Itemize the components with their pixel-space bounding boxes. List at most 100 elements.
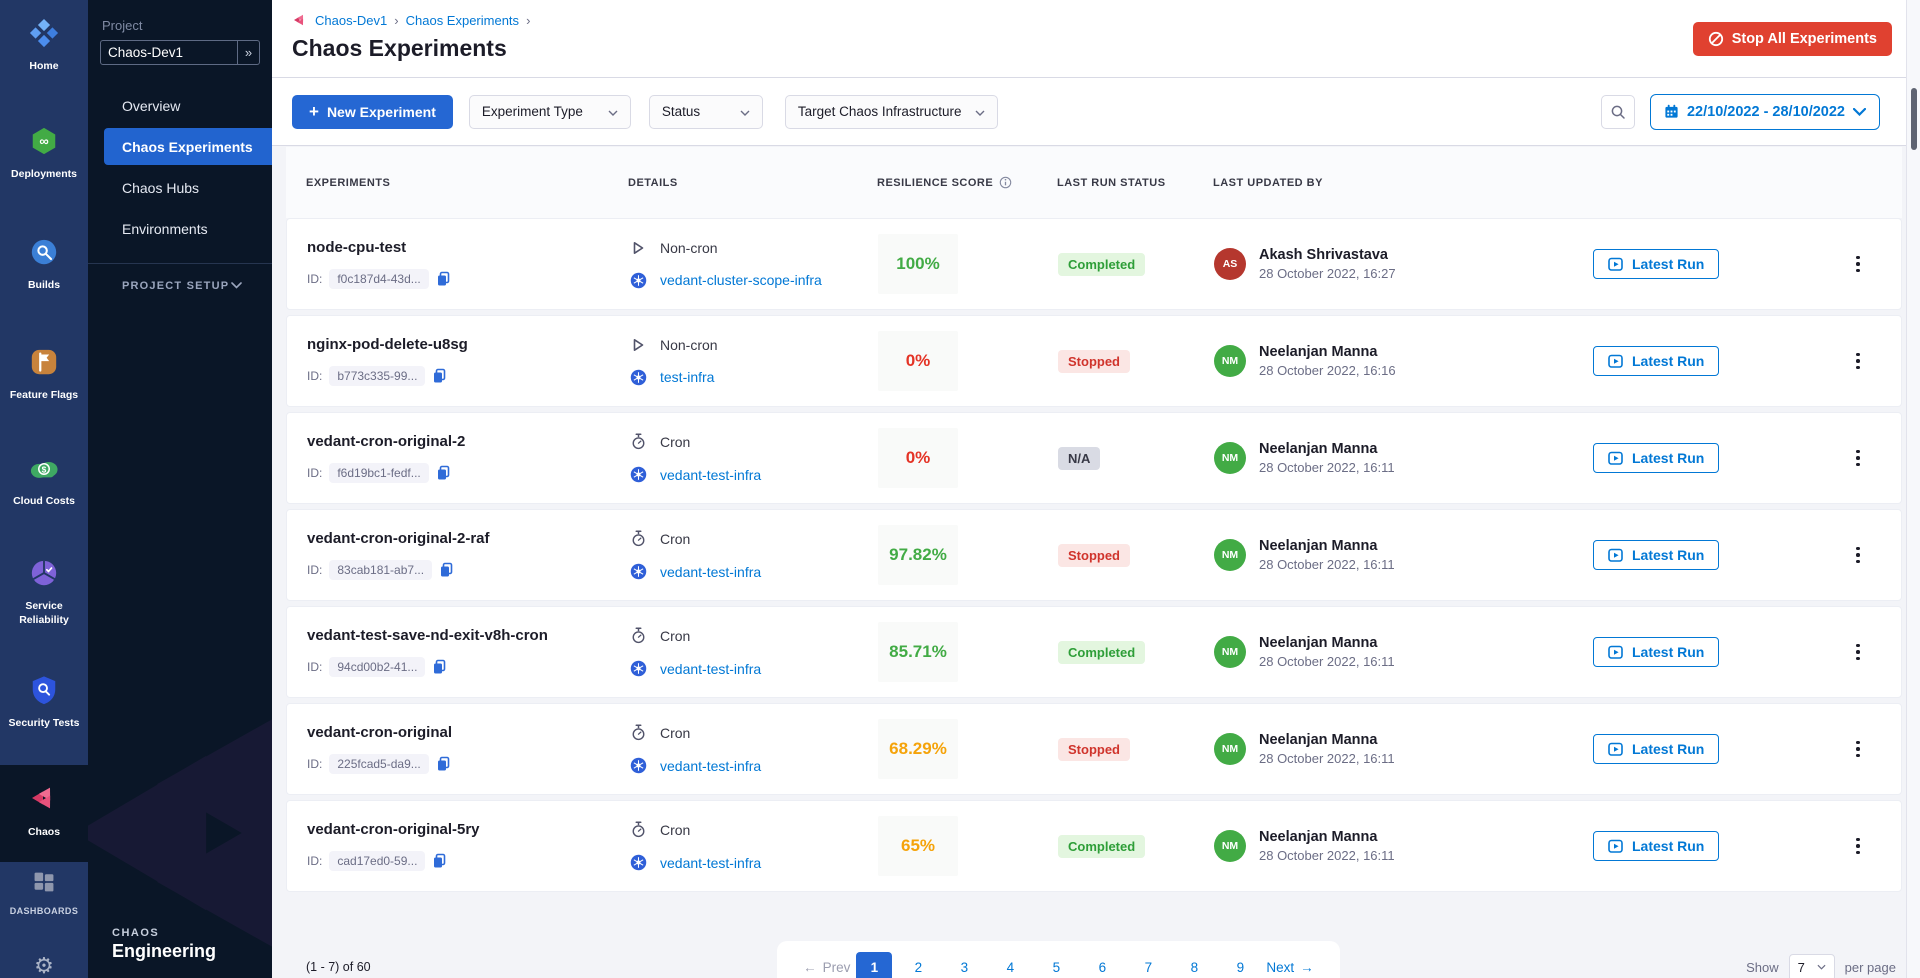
page-button-1[interactable]: 1 [856, 952, 892, 978]
latest-run-button[interactable]: Latest Run [1593, 346, 1719, 376]
updated-by-name: Neelanjan Manna [1259, 538, 1395, 554]
latest-run-button[interactable]: Latest Run [1593, 734, 1719, 764]
latest-run-button[interactable]: Latest Run [1593, 637, 1719, 667]
project-setup-toggle[interactable]: PROJECT SETUP [122, 280, 242, 292]
menu-item-overview[interactable]: Overview [88, 87, 272, 124]
target-infrastructure-filter[interactable]: Target Chaos Infrastructure [785, 95, 999, 129]
row-menu-kebab[interactable] [1843, 644, 1873, 661]
status-filter[interactable]: Status [649, 95, 763, 129]
experiment-type-filter[interactable]: Experiment Type [469, 95, 631, 129]
infrastructure-link[interactable]: vedant-test-infra [660, 564, 761, 580]
new-experiment-button[interactable]: + New Experiment [292, 95, 453, 129]
latest-run-button[interactable]: Latest Run [1593, 249, 1719, 279]
resilience-score-tile: 85.71% [878, 622, 958, 682]
menu-item-chaos-hubs[interactable]: Chaos Hubs [88, 169, 272, 206]
row-menu-kebab[interactable] [1843, 547, 1873, 564]
chevron-down-icon [608, 104, 618, 119]
infrastructure-link[interactable]: vedant-cluster-scope-infra [660, 272, 822, 288]
sidebar-item-cloud-costs[interactable]: $ Cloud Costs [0, 447, 88, 517]
sidebar-item-security-tests[interactable]: Security Tests [0, 667, 88, 739]
experiment-row: vedant-cron-original-2 ID: f6d19bc1-fedf… [286, 412, 1902, 504]
experiment-name[interactable]: vedant-cron-original-2-raf [307, 530, 629, 547]
row-menu-kebab[interactable] [1843, 256, 1873, 273]
sidebar-item-dashboards[interactable]: DASHBOARDS [0, 862, 88, 926]
experiment-name[interactable]: vedant-test-save-nd-exit-v8h-cron [307, 627, 629, 644]
infrastructure-link[interactable]: test-infra [660, 369, 714, 385]
updated-at: 28 October 2022, 16:11 [1259, 460, 1395, 475]
updated-by-name: Akash Shrivastava [1259, 247, 1396, 263]
experiment-name[interactable]: vedant-cron-original-5ry [307, 821, 629, 838]
breadcrumb-experiments-link[interactable]: Chaos Experiments [406, 13, 519, 28]
search-button[interactable] [1601, 95, 1635, 129]
sidebar-item-deployments[interactable]: ∞ Deployments [0, 118, 88, 190]
resilience-score: 85.71% [889, 642, 947, 662]
page-button-3[interactable]: 3 [944, 952, 984, 978]
sidebar-item-account-settings[interactable]: ⚙ ACCOUNT SETTINGS [0, 947, 88, 978]
experiment-name[interactable]: vedant-cron-original [307, 724, 629, 741]
row-menu-kebab[interactable] [1843, 838, 1873, 855]
copy-icon[interactable] [439, 562, 454, 578]
scrollbar-thumb[interactable] [1911, 88, 1917, 150]
chevron-down-icon [231, 280, 242, 292]
infrastructure-link[interactable]: vedant-test-infra [660, 467, 761, 483]
infrastructure-link[interactable]: vedant-test-infra [660, 758, 761, 774]
page-button-5[interactable]: 5 [1036, 952, 1076, 978]
page-button-7[interactable]: 7 [1128, 952, 1168, 978]
next-page-button[interactable]: Next → [1266, 952, 1313, 978]
page-button-9[interactable]: 9 [1220, 952, 1260, 978]
sidebar-item-builds[interactable]: Builds [0, 229, 88, 301]
menu-item-chaos-experiments[interactable]: Chaos Experiments [104, 128, 272, 165]
experiment-row: vedant-test-save-nd-exit-v8h-cron ID: 94… [286, 606, 1902, 698]
page-button-4[interactable]: 4 [990, 952, 1030, 978]
row-menu-kebab[interactable] [1843, 353, 1873, 370]
stop-all-experiments-button[interactable]: Stop All Experiments [1693, 22, 1892, 56]
kubernetes-icon [629, 369, 647, 386]
resilience-score-tile: 65% [878, 816, 958, 876]
copy-icon[interactable] [432, 853, 447, 869]
menu-item-environments[interactable]: Environments [88, 210, 272, 247]
updated-at: 28 October 2022, 16:27 [1259, 266, 1396, 281]
sidebar-item-home[interactable]: Home [0, 10, 88, 82]
stop-icon [1708, 31, 1724, 47]
project-selector[interactable]: Chaos-Dev1 [100, 40, 238, 65]
updated-at: 28 October 2022, 16:11 [1259, 848, 1395, 863]
copy-icon[interactable] [436, 465, 451, 481]
infrastructure-link[interactable]: vedant-test-infra [660, 855, 761, 871]
prev-page-button[interactable]: ← Prev [803, 952, 850, 978]
kubernetes-icon [629, 466, 647, 483]
latest-run-button[interactable]: Latest Run [1593, 443, 1719, 473]
page-button-2[interactable]: 2 [898, 952, 938, 978]
info-icon[interactable] [999, 176, 1012, 189]
latest-run-button[interactable]: Latest Run [1593, 540, 1719, 570]
resilience-score-tile: 0% [878, 331, 958, 391]
page-button-8[interactable]: 8 [1174, 952, 1214, 978]
cron-icon [629, 627, 647, 644]
pagination-summary: (1 - 7) of 60 [306, 960, 371, 974]
breadcrumb-project-link[interactable]: Chaos-Dev1 [315, 13, 387, 28]
builds-icon [29, 237, 59, 272]
page-size-select[interactable]: 7 [1789, 954, 1835, 978]
infrastructure-link[interactable]: vedant-test-infra [660, 661, 761, 677]
latest-run-button[interactable]: Latest Run [1593, 831, 1719, 861]
row-menu-kebab[interactable] [1843, 741, 1873, 758]
copy-icon[interactable] [436, 756, 451, 772]
run-icon [1608, 839, 1624, 854]
date-range-picker[interactable]: 22/10/2022 - 28/10/2022 [1650, 94, 1880, 130]
gear-icon: ⚙ [34, 955, 54, 977]
sidebar-item-feature-flags[interactable]: Feature Flags [0, 339, 88, 411]
toolbar: + New Experiment Experiment Type Status … [272, 78, 1920, 146]
copy-icon[interactable] [436, 271, 451, 287]
experiment-name[interactable]: nginx-pod-delete-u8sg [307, 336, 629, 353]
id-label: ID: [307, 660, 322, 674]
row-menu-kebab[interactable] [1843, 450, 1873, 467]
col-resilience-score: RESILIENCE SCORE [877, 176, 1057, 189]
page-button-6[interactable]: 6 [1082, 952, 1122, 978]
copy-icon[interactable] [432, 368, 447, 384]
collapse-panel-button[interactable]: » [238, 40, 260, 65]
project-panel: Project Chaos-Dev1 » Overview Chaos Expe… [88, 0, 272, 978]
experiment-name[interactable]: node-cpu-test [307, 239, 629, 256]
sidebar-item-chaos[interactable]: Chaos [0, 765, 88, 862]
copy-icon[interactable] [432, 659, 447, 675]
experiment-name[interactable]: vedant-cron-original-2 [307, 433, 629, 450]
sidebar-item-service-reliability[interactable]: Service Reliability [0, 550, 88, 635]
